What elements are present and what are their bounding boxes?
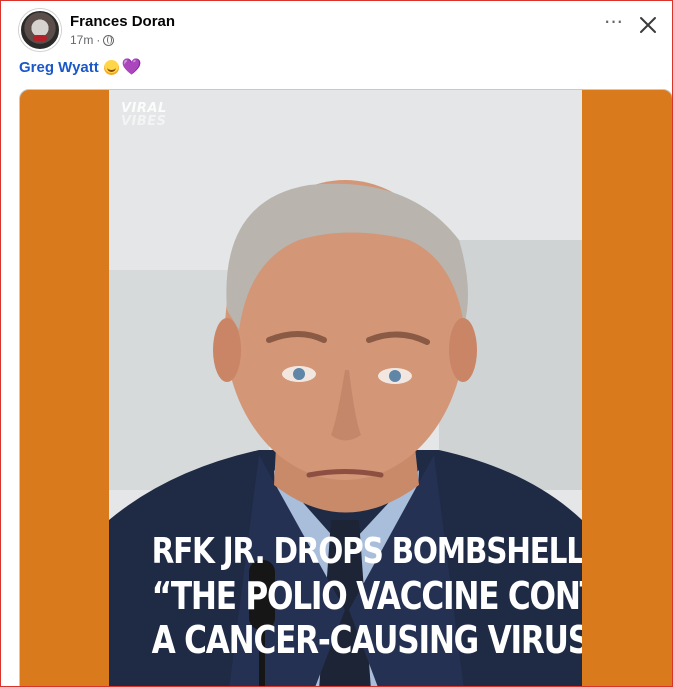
post-timestamp[interactable]: 17m [70,33,93,47]
facebook-post: Frances Doran 17m · ··· Greg Wyatt 💜 VIR… [0,0,673,687]
viral-vibes-watermark: VIRAL VIBES [121,102,167,128]
post-caption: Greg Wyatt 💜 [19,59,142,76]
author-avatar[interactable] [19,9,61,51]
close-icon[interactable] [638,15,658,35]
post-media[interactable]: VIRAL VIBES RFK JR. DROPS BOMBSHELL: “TH… [19,89,672,686]
purple-heart-emoji: 💜 [121,59,142,76]
headline-line-3: A CANCER-CAUSING VIRUS” [151,618,582,662]
post-meta: Frances Doran 17m · [70,13,175,47]
more-options-icon[interactable]: ··· [602,10,624,35]
post-header: Frances Doran 17m · [19,9,175,51]
meta-separator: · [96,33,101,47]
post-time-row: 17m · [70,33,175,47]
headline-line-1: RFK JR. DROPS BOMBSHELL: [151,531,582,572]
globe-icon[interactable] [103,34,115,46]
author-name[interactable]: Frances Doran [70,13,175,31]
post-actions: ··· [602,10,658,35]
face-with-hearts-emoji [103,60,119,75]
mention-link[interactable]: Greg Wyatt [19,59,99,76]
post-photo[interactable]: VIRAL VIBES RFK JR. DROPS BOMBSHELL: “TH… [109,90,582,686]
watermark-line-2: VIBES [121,114,167,129]
headline-line-2: “THE POLIO VACCINE CONTAINED [151,574,582,618]
headline-text: RFK JR. DROPS BOMBSHELL: “THE POLIO VACC… [151,530,582,662]
